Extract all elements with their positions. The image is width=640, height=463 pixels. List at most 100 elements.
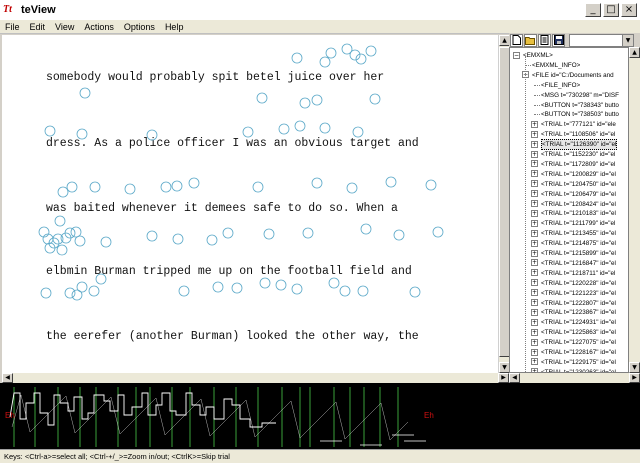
fixation-circle [352,126,364,138]
tree-expand-icon[interactable]: + [531,239,538,247]
tree-expand-icon[interactable]: + [531,269,538,277]
fixation-circle [56,244,68,256]
tree-expand-icon[interactable]: + [531,289,538,297]
tree-expand-icon[interactable]: + [531,328,538,336]
tree-expand-icon[interactable]: + [531,150,538,158]
tree-horizontal-scrollbar[interactable]: ◀ ▶ [509,373,640,383]
chevron-down-icon[interactable]: ▼ [622,34,633,46]
fixation-circle [70,226,82,238]
app-logo-icon: Tt [3,4,12,15]
fixation-circle [385,176,397,188]
tree-expand-icon[interactable]: + [531,200,538,207]
eye-trace-svg [9,387,426,447]
minimize-button[interactable]: _ [585,3,601,17]
fixation-circle [252,181,264,193]
menu-actions[interactable]: Actions [79,22,119,32]
tree-scroll-left-arrow-icon[interactable]: ◀ [509,373,520,383]
fixation-circle [339,285,351,297]
fixation-circle [40,287,52,299]
tree-vertical-scrollbar[interactable]: ▲ ▼ [629,47,640,373]
tree-filter-select[interactable]: ▼ [569,33,634,47]
menu-options[interactable]: Options [119,22,160,32]
maximize-button[interactable]: □ [603,3,619,17]
scroll-right-arrow-icon[interactable]: ▶ [498,373,509,383]
tree-expand-icon[interactable]: + [531,190,538,198]
tree-expand-icon[interactable]: + [531,348,538,356]
fixation-circle [79,87,91,99]
save-icon[interactable] [552,33,565,47]
menu-file[interactable]: File [0,22,25,32]
left-trace-marker: Eh [5,411,15,420]
tree-connector [534,114,540,116]
status-bar: Keys: <Ctrl-a>=select all; <Ctrl-+/_>=Zo… [0,449,640,463]
tree-expand-icon[interactable]: + [531,140,538,148]
tree-expand-icon[interactable]: + [531,338,538,346]
tree-expand-icon[interactable]: + [531,259,538,267]
text-vertical-scrollbar[interactable]: ▲ ▼ [498,35,510,373]
tree-expand-icon[interactable]: + [531,229,538,237]
fixation-circle [360,223,372,235]
fixation-circle [76,128,88,140]
fixation-circle [178,285,190,297]
tree-expand-icon[interactable]: + [531,219,538,227]
fixation-circle [76,281,88,293]
fixation-circle [263,228,275,240]
properties-icon[interactable] [538,33,551,47]
fixation-circle [100,236,112,248]
fixation-circle [393,229,405,241]
fixation-circle [171,180,183,192]
tree-collapse-icon[interactable]: − [513,51,520,59]
fixation-circle [89,181,101,193]
tree-expand-icon[interactable]: + [531,249,538,257]
scroll-left-arrow-icon[interactable]: ◀ [2,373,13,383]
fixation-circle [291,283,303,295]
fixation-circle [365,45,377,57]
title-bar: Tt teView _ □ × [0,0,640,20]
text-view[interactable]: somebody would probably spit betel juice… [2,35,498,373]
fixation-circle [425,179,437,191]
eye-trace-plot[interactable]: Eh Eh [0,383,640,449]
tree-expand-icon[interactable]: + [531,170,538,178]
fixation-circle [64,287,76,299]
open-folder-icon[interactable] [524,33,537,47]
fixation-circle [242,126,254,138]
window-title: teView [21,4,56,16]
tree-connector [534,84,540,86]
tree-expand-icon[interactable]: + [531,120,538,128]
xml-tree-panel: ▼ − <EMXML> <EMXML_INFO> − <FILE id="C:/Docu… [509,33,640,373]
window-controls: _ □ × [585,3,637,17]
tree-expand-icon[interactable]: + [531,279,538,287]
eye-trace-line [11,394,409,441]
tree-expand-icon[interactable]: + [531,160,538,168]
fixation-circle [57,186,69,198]
tree-expand-icon[interactable]: + [531,308,538,316]
tree-scroll-down-arrow-icon[interactable]: ▼ [629,362,640,373]
tree-expand-icon[interactable]: + [531,318,538,326]
tree-expand-icon[interactable]: + [531,209,538,217]
tree-expand-icon[interactable]: + [531,180,538,188]
tree-scroll-right-arrow-icon[interactable]: ▶ [629,373,640,383]
menu-edit[interactable]: Edit [25,22,51,32]
new-file-icon[interactable] [510,33,523,47]
fixation-circle [319,122,331,134]
tree-expand-icon[interactable]: + [531,299,538,306]
fixation-circle [66,181,78,193]
fixation-circle [325,47,337,59]
fixation-circle [432,226,444,238]
text-horizontal-scrollbar[interactable]: ◀ ▶ [2,373,509,383]
close-button[interactable]: × [621,3,637,17]
fixation-circle [311,94,323,106]
fixation-circle [88,285,100,297]
tree-toolbar: ▼ [509,33,640,47]
menu-help[interactable]: Help [160,22,189,32]
tree-connector [534,94,540,96]
fixation-circle [146,230,158,242]
fixation-circle [74,235,86,247]
tree-scroll-up-arrow-icon[interactable]: ▲ [629,47,640,58]
right-trace-marker: Eh [424,411,434,420]
tree-expand-icon[interactable]: + [531,358,538,366]
xml-tree[interactable]: − <EMXML> <EMXML_INFO> − <FILE id="C:/Docume… [509,47,629,373]
menu-view[interactable]: View [50,22,79,32]
fixation-circle [54,215,66,227]
tree-expand-icon[interactable]: + [531,130,538,138]
